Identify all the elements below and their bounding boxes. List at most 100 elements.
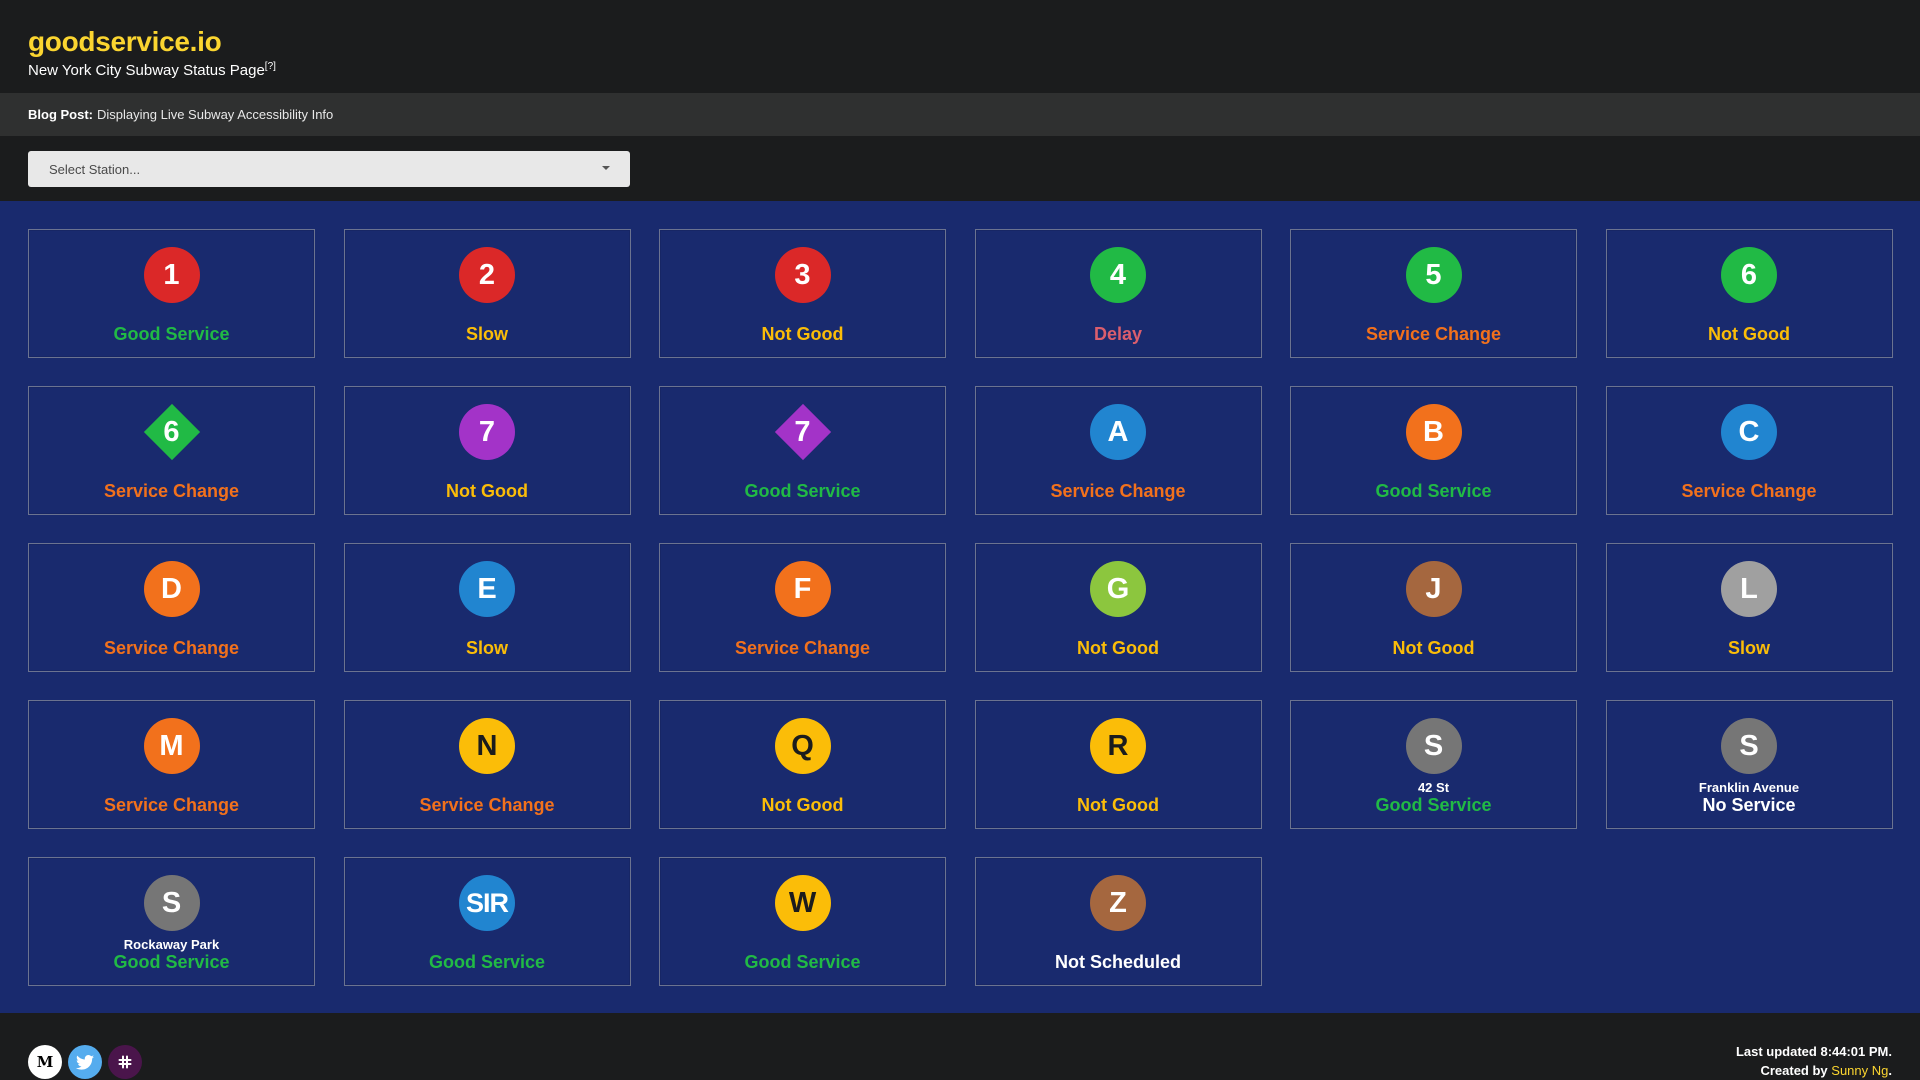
route-card-a[interactable]: A Service Change (974, 386, 1262, 515)
route-card-fs[interactable]: S Franklin Avenue No Service (1605, 700, 1893, 829)
route-status: Delay (1093, 324, 1143, 344)
route-status: Not Good (761, 324, 844, 344)
route-status: Service Change (419, 795, 555, 815)
route-bullet-z: Z (1090, 875, 1146, 931)
slack-icon[interactable] (108, 1045, 142, 1079)
author-link[interactable]: Sunny Ng (1831, 1063, 1888, 1078)
route-bullet-q: Q (774, 718, 831, 774)
medium-icon[interactable]: M (28, 1045, 62, 1079)
route-bullet-label: 1 (163, 258, 180, 291)
route-card-f[interactable]: F Service Change (659, 543, 946, 672)
route-bullet-label: 6 (163, 415, 180, 448)
route-status: Slow (1727, 638, 1770, 658)
route-card-r[interactable]: R Not Good (974, 700, 1262, 829)
route-bullet-label: 5 (1425, 258, 1442, 291)
route-bullet-d: D (143, 561, 200, 617)
route-bullet-b: B (1405, 404, 1462, 460)
route-card-w[interactable]: W Good Service (659, 857, 946, 986)
route-card-l[interactable]: L Slow (1605, 543, 1893, 672)
route-bullet-label: W (788, 886, 817, 919)
route-bullet-label: G (1106, 572, 1130, 605)
route-bullet-label: 3 (794, 258, 811, 291)
blog-prefix: Blog Post: (28, 107, 93, 122)
route-card-m[interactable]: M Service Change (28, 700, 315, 829)
created-prefix: Created by (1760, 1063, 1832, 1078)
route-status: Service Change (1365, 324, 1502, 344)
route-status: No Service (1702, 795, 1796, 815)
route-status: Good Service (113, 952, 230, 972)
route-card-q[interactable]: Q Not Good (659, 700, 946, 829)
route-bullet-label: S (1739, 729, 1759, 762)
route-bullet-label: 7 (478, 415, 496, 448)
route-status: Good Service (1375, 795, 1492, 815)
route-status: Service Change (734, 638, 871, 658)
created-suffix: . (1888, 1063, 1892, 1078)
route-bullet-label: 6 (1740, 258, 1758, 291)
shuttle-station-label: Rockaway Park (123, 937, 220, 952)
route-card-1[interactable]: 1 Good Service (28, 229, 315, 358)
shuttle-station-label: 42 St (1417, 780, 1450, 795)
route-card-6x[interactable]: 6 Service Change (28, 386, 315, 515)
route-status: Slow (465, 638, 508, 658)
site-footer: M Last updated 8:44:01 PM. Created by Su… (0, 1013, 1920, 1080)
site-subtitle-text: New York City Subway Status Page (28, 62, 265, 79)
medium-glyph: M (36, 1053, 54, 1071)
route-card-6[interactable]: 6 Not Good (1605, 229, 1893, 358)
route-bullet-6x: 6 (143, 403, 200, 461)
route-card-d[interactable]: D Service Change (28, 543, 315, 672)
route-card-si[interactable]: SIR Good Service (343, 857, 631, 986)
station-select-bar: Select Station... (0, 136, 1920, 201)
route-bullet-e: E (459, 561, 515, 617)
route-bullet-label: A (1107, 415, 1129, 448)
route-status: Good Service (1375, 481, 1492, 501)
route-card-gs[interactable]: S 42 St Good Service (1290, 700, 1577, 829)
route-bullet-label: F (793, 572, 812, 605)
route-bullet-gs: S (1405, 718, 1462, 774)
route-bullet-c: C (1721, 404, 1777, 460)
route-bullet-label: 2 (478, 258, 496, 291)
help-link[interactable]: [?] (265, 61, 276, 72)
route-status: Service Change (1050, 481, 1186, 501)
route-bullet-label: S (161, 886, 182, 919)
route-status: Good Service (428, 952, 546, 972)
route-card-g[interactable]: G Not Good (974, 543, 1262, 672)
route-card-j[interactable]: J Not Good (1290, 543, 1577, 672)
route-card-7[interactable]: 7 Not Good (343, 386, 631, 515)
route-card-e[interactable]: E Slow (343, 543, 631, 672)
route-card-7x[interactable]: 7 Good Service (659, 386, 946, 515)
twitter-icon[interactable] (68, 1045, 102, 1079)
blog-post-link[interactable]: Displaying Live Subway Accessibility Inf… (97, 107, 333, 122)
route-status: Service Change (1681, 481, 1817, 501)
site-subtitle: New York City Subway Status Page[?] (28, 61, 276, 79)
route-status: Service Change (103, 638, 240, 658)
route-status: Good Service (744, 952, 861, 972)
route-card-h[interactable]: S Rockaway Park Good Service (28, 857, 315, 986)
route-status: Not Good (761, 795, 844, 815)
station-select-dropdown[interactable]: Select Station... (28, 151, 630, 187)
route-card-5[interactable]: 5 Service Change (1290, 229, 1577, 358)
route-bullet-label: D (161, 572, 182, 605)
route-status-grid-area: 1 Good Service 2 Slow 3 Not Good 4 Delay 5 Servic… (0, 201, 1920, 1014)
route-bullet-label: Q (791, 729, 814, 762)
route-status: Not Good (1708, 324, 1790, 344)
route-bullet-a: A (1090, 404, 1146, 460)
route-card-b[interactable]: B Good Service (1290, 386, 1577, 515)
route-status: Good Service (113, 324, 230, 344)
route-bullet-7: 7 (459, 404, 515, 460)
route-card-4[interactable]: 4 Delay (974, 229, 1262, 358)
route-status: Good Service (744, 481, 861, 501)
route-bullet-w: W (774, 875, 831, 931)
route-card-z[interactable]: Z Not Scheduled (974, 857, 1262, 986)
route-status: Slow (465, 324, 508, 344)
route-bullet-2: 2 (459, 247, 515, 303)
route-bullet-7x: 7 (774, 403, 831, 461)
site-header: goodservice.io New York City Subway Stat… (0, 0, 1920, 93)
route-card-c[interactable]: C Service Change (1605, 386, 1893, 515)
route-card-n[interactable]: N Service Change (343, 700, 631, 829)
route-bullet-label: S (1423, 729, 1444, 762)
route-card-3[interactable]: 3 Not Good (659, 229, 946, 358)
route-bullet-label: M (159, 729, 184, 762)
station-select-placeholder: Select Station... (49, 161, 141, 177)
route-card-2[interactable]: 2 Slow (343, 229, 631, 358)
site-title[interactable]: goodservice.io (28, 26, 222, 58)
